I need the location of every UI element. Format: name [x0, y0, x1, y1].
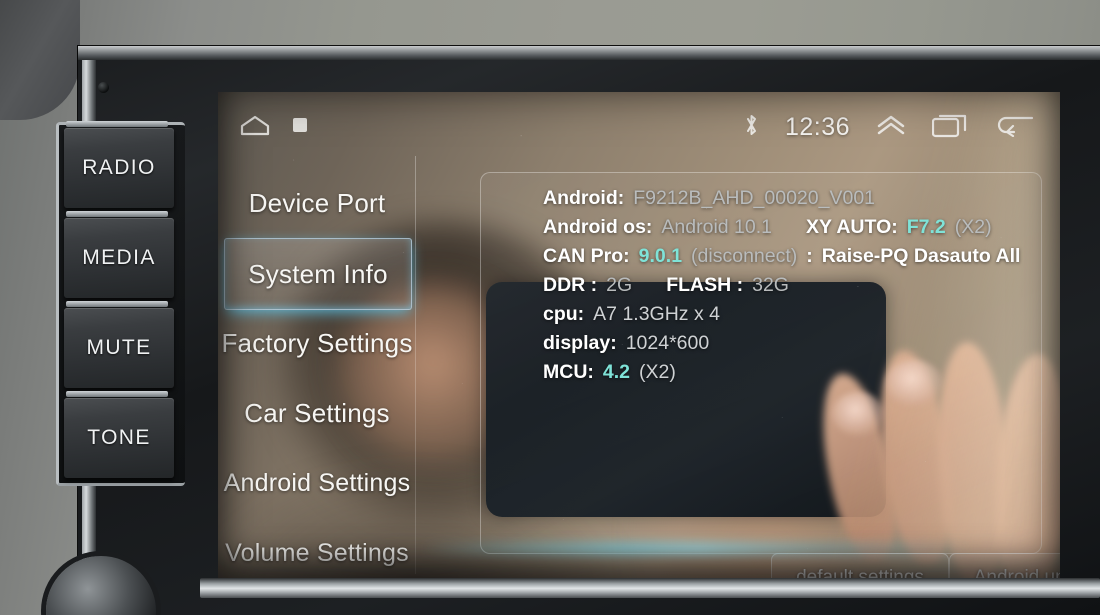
radio-button[interactable]: RADIO [64, 121, 174, 208]
screenshot-root: RADIO MEDIA MUTE TONE [0, 0, 1100, 615]
touchscreen-display[interactable]: 12:36 [218, 92, 1060, 578]
chrome-trim-bottom [200, 578, 1100, 598]
screen-bottom-glow [218, 544, 1060, 554]
radio-button-label: RADIO [82, 156, 156, 179]
media-button-label: MEDIA [82, 246, 156, 269]
bezel-screw [98, 82, 109, 93]
screen-dust [218, 92, 1060, 578]
mute-button-label: MUTE [86, 336, 152, 359]
tone-button[interactable]: TONE [64, 391, 174, 478]
media-button[interactable]: MEDIA [64, 211, 174, 298]
chrome-trim-top [78, 46, 1100, 60]
tone-button-label: TONE [87, 426, 151, 449]
mute-button[interactable]: MUTE [64, 301, 174, 388]
